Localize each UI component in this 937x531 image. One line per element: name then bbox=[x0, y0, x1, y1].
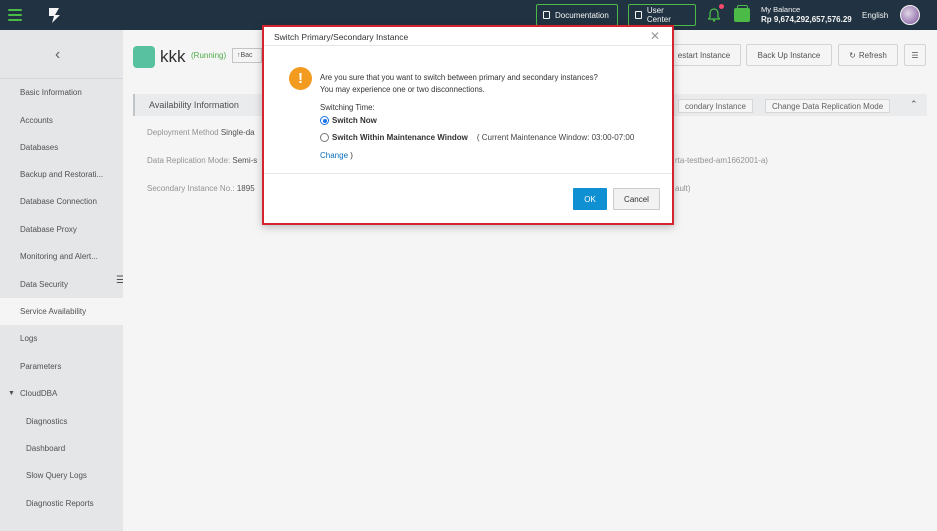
change-window-row: Change ) bbox=[320, 151, 353, 160]
ok-button[interactable]: OK bbox=[573, 188, 607, 210]
switch-instance-dialog: Switch Primary/Secondary Instance ✕ ! Ar… bbox=[262, 25, 674, 225]
close-icon[interactable]: ✕ bbox=[650, 29, 660, 43]
cancel-button[interactable]: Cancel bbox=[613, 188, 660, 210]
radio-selected[interactable] bbox=[320, 116, 329, 125]
dialog-title: Switch Primary/Secondary Instance bbox=[274, 32, 409, 42]
switching-time-label: Switching Time: bbox=[320, 103, 375, 112]
radio-unselected[interactable] bbox=[320, 133, 329, 142]
dialog-message: Are you sure that you want to switch bet… bbox=[320, 73, 598, 94]
divider bbox=[264, 45, 672, 46]
change-link[interactable]: Change bbox=[320, 151, 348, 160]
divider bbox=[264, 173, 672, 174]
switch-now-option[interactable]: Switch Now bbox=[320, 116, 377, 125]
switch-maintenance-option[interactable]: Switch Within Maintenance Window ( Curre… bbox=[320, 133, 634, 142]
warning-icon: ! bbox=[289, 67, 312, 90]
